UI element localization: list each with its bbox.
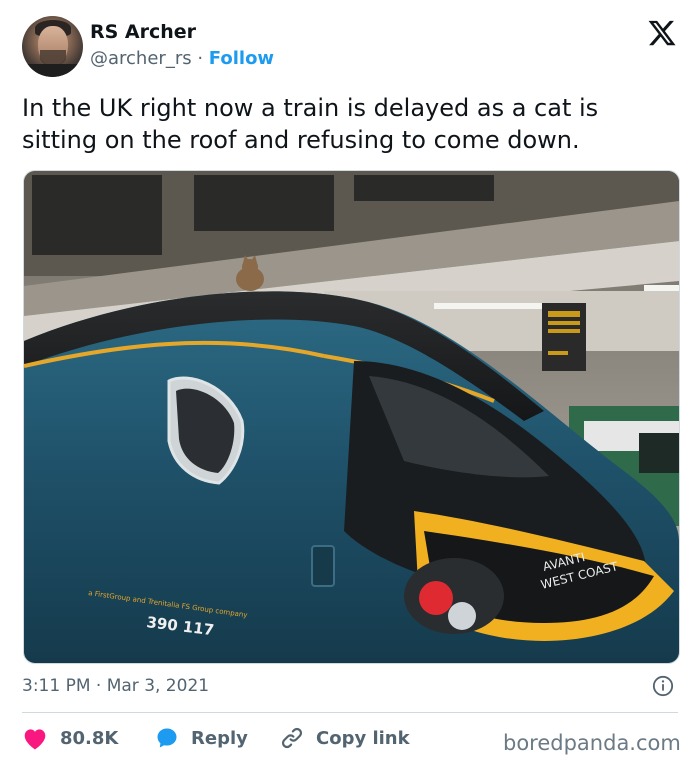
tweet-photo[interactable]: AVANTI WEST COAST a FirstGroup and Treni…: [23, 170, 680, 664]
divider: [22, 712, 678, 713]
copy-link-label: Copy link: [316, 727, 410, 749]
info-icon[interactable]: [652, 675, 674, 697]
author-handle[interactable]: @archer_rs: [90, 48, 192, 69]
link-icon: [281, 727, 303, 749]
train-photo-illustration: AVANTI WEST COAST a FirstGroup and Treni…: [24, 171, 679, 663]
like-count: 80.8K: [60, 727, 119, 749]
x-logo-icon[interactable]: [647, 18, 677, 48]
author-name[interactable]: RS Archer: [90, 21, 196, 43]
reply-label: Reply: [191, 727, 248, 749]
timestamp[interactable]: 3:11 PM · Mar 3, 2021: [22, 676, 209, 696]
avatar[interactable]: [22, 16, 83, 77]
reply-button[interactable]: Reply: [155, 726, 248, 750]
copy-link-button[interactable]: Copy link: [280, 726, 410, 750]
author-handle-row: @archer_rs · Follow: [90, 48, 274, 69]
follow-button[interactable]: Follow: [209, 48, 274, 69]
tweet-card: RS Archer @archer_rs · Follow In the UK …: [0, 0, 700, 765]
heart-icon: [24, 729, 46, 750]
tweet-text: In the UK right now a train is delayed a…: [22, 94, 599, 154]
separator: ·: [197, 48, 204, 69]
speech-bubble-icon: [157, 728, 177, 748]
watermark: boredpanda.com: [503, 731, 681, 755]
like-button[interactable]: 80.8K: [22, 726, 118, 750]
